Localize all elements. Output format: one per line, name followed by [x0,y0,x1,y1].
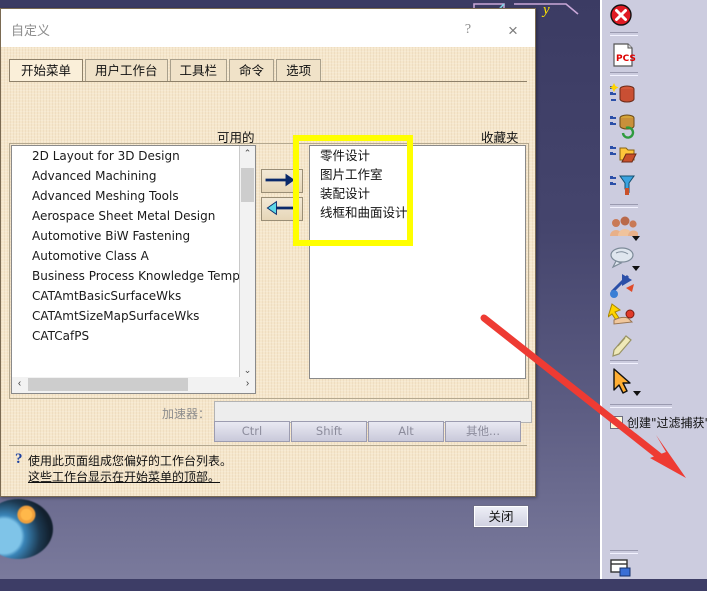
separator [610,32,638,36]
ctrl-modifier-button[interactable]: Ctrl [214,421,290,442]
filter-capture-label: 创建"过滤捕获" [627,416,707,430]
customize-dialog: 自定义 ? × 开始菜单 用户工作台 工具栏 命令 选项 可用的 收藏夹 2D … [0,8,536,559]
list-item[interactable]: Automotive Class A [12,246,255,266]
favorites-workbenches-list[interactable]: 零件设计 图片工作室 装配设计 线框和曲面设计 [309,145,526,379]
question-mark-icon: ? [15,451,23,467]
list-item[interactable]: CATAmtSizeMapSurfaceWks [12,306,255,326]
scrollbar-thumb[interactable] [28,378,188,391]
right-command-panel: PCS 创建"过滤捕获" [600,0,707,579]
tab-user-workbench[interactable]: 用户工作台 [85,59,168,82]
dialog-body: 开始菜单 用户工作台 工具栏 命令 选项 可用的 收藏夹 2D Layout f… [0,47,535,559]
tab-toolbars[interactable]: 工具栏 [169,59,228,82]
separator [610,72,638,76]
other-modifier-button[interactable]: 其他... [445,421,521,442]
new-database-icon[interactable] [608,80,638,110]
remove-from-favorites-button[interactable] [261,197,303,221]
scroll-up-button[interactable]: ⌃ [240,146,255,161]
add-to-favorites-button[interactable] [261,169,303,193]
table-grid-icon[interactable] [608,556,638,586]
arrow-right-icon [265,173,295,187]
filter-database-icon[interactable] [608,170,638,200]
list-item[interactable]: CATCafPS [12,326,255,346]
scroll-down-button[interactable]: ⌄ [240,363,255,378]
alt-modifier-button[interactable]: Alt [368,421,444,442]
list-item[interactable]: 图片工作室 [310,165,525,184]
tab-commands[interactable]: 命令 [229,59,275,82]
arrow-left-icon [266,200,297,216]
separator [610,550,638,554]
list-item[interactable]: 装配设计 [310,184,525,203]
stop-delete-icon[interactable] [608,2,638,32]
pencil-marker-icon[interactable] [608,328,638,358]
list-item[interactable]: Business Process Knowledge Templ [12,266,255,286]
hint-line-1: 使用此页面组成您偏好的工作台列表。 [28,454,233,468]
shift-modifier-button[interactable]: Shift [291,421,367,442]
tab-options[interactable]: 选项 [276,59,322,82]
dialog-titlebar: 自定义 ? × [1,9,535,48]
separator [610,404,672,408]
list-item[interactable]: CATAmtBasicSurfaceWks [12,286,255,306]
list-item[interactable]: Advanced Machining [12,166,255,186]
tab-start-menu[interactable]: 开始菜单 [9,59,84,82]
list-item[interactable]: 线框和曲面设计 [310,203,525,222]
tab-underline [9,81,527,82]
tab-bar: 开始菜单 用户工作台 工具栏 命令 选项 [9,59,323,83]
hand-highlight-icon[interactable] [607,300,638,330]
refresh-database-icon[interactable] [608,110,638,140]
filter-capture-checkbox[interactable] [610,416,623,429]
separator [610,204,638,208]
scroll-right-button[interactable]: › [240,377,255,391]
list-item[interactable]: Advanced Meshing Tools [12,186,255,206]
hint-line-2: 这些工作台显示在开始菜单的顶部。 [28,470,221,484]
list-item[interactable]: 零件设计 [310,146,525,165]
close-icon[interactable]: × [501,20,525,42]
list-item[interactable]: Automotive BiW Fastening [12,226,255,246]
list-item[interactable]: 2D Layout for 3D Design [12,146,255,166]
close-button[interactable]: 关闭 [473,505,529,528]
pcs-document-icon[interactable]: PCS [608,40,638,70]
available-list-horizontal-scrollbar[interactable]: ‹ › [11,377,256,394]
filter-capture-row[interactable]: 创建"过滤捕获" [610,414,707,432]
available-workbenches-list[interactable]: 2D Layout for 3D Design Advanced Machini… [11,145,256,379]
chevron-down-icon[interactable] [632,236,640,241]
scrollbar-thumb[interactable] [241,168,254,202]
dialog-title: 自定义 [11,24,51,39]
annotation-pin-icon[interactable] [608,270,638,300]
accelerator-label: 加速器： [162,407,211,421]
chevron-down-icon[interactable] [633,391,641,396]
accelerator-input[interactable] [214,401,532,423]
open-database-icon[interactable] [608,140,638,170]
separator [610,360,638,364]
list-item[interactable]: Aerospace Sheet Metal Design [12,206,255,226]
help-button[interactable]: ? [457,22,479,42]
axis-y-label: y [543,2,550,18]
scroll-left-button[interactable]: ‹ [12,377,27,391]
available-list-vertical-scrollbar[interactable]: ⌃ ⌄ [239,146,255,378]
svg-text:PCS: PCS [616,54,636,64]
